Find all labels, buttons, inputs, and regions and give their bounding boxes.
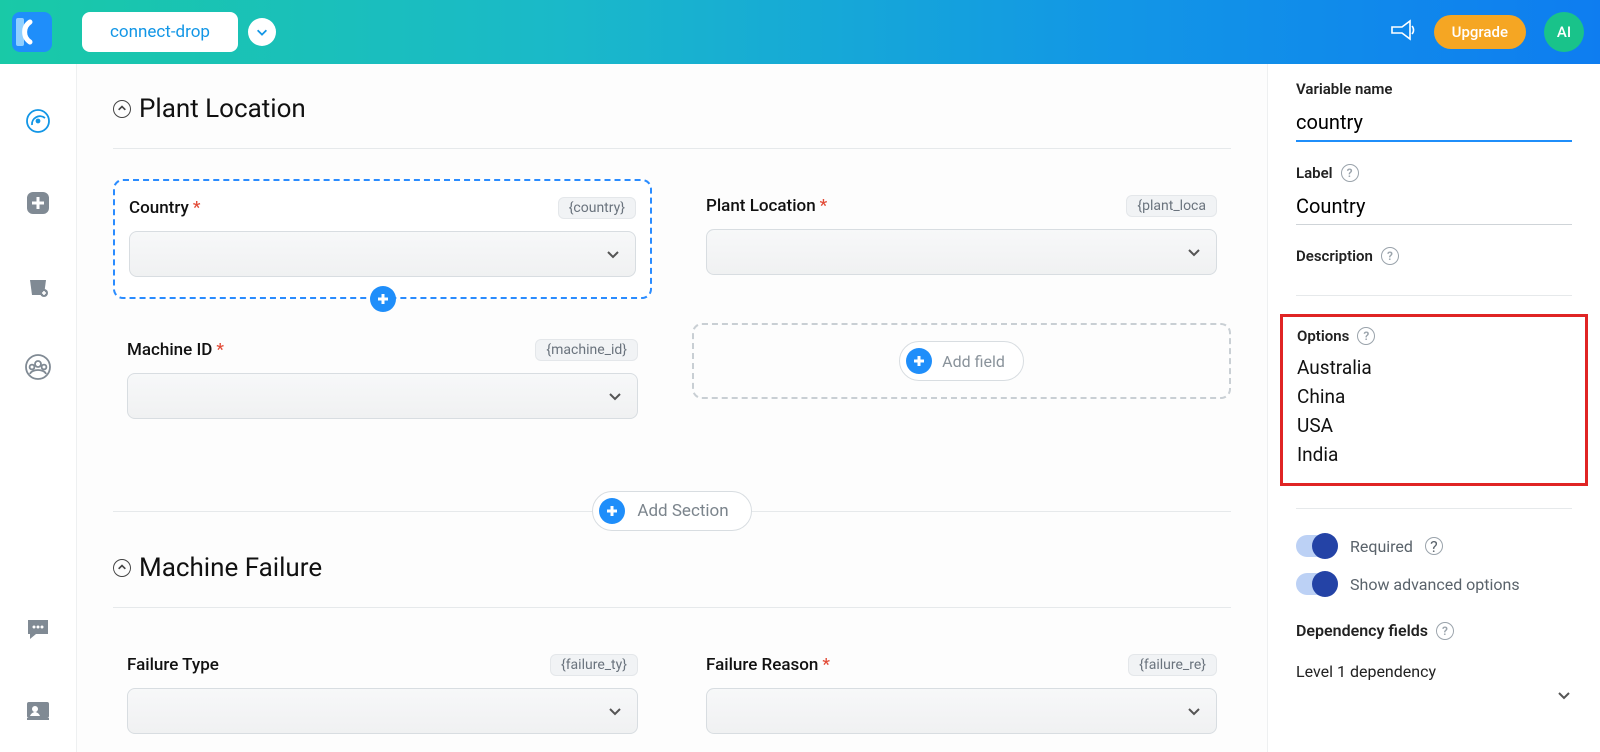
dropdown-input[interactable] bbox=[127, 688, 638, 734]
field-machine-id[interactable]: Machine ID* {machine_id} bbox=[113, 323, 652, 439]
help-icon[interactable]: ? bbox=[1425, 537, 1443, 555]
sidebar-item-dashboard-icon[interactable] bbox=[21, 104, 55, 138]
field-failure-type[interactable]: Failure Type {failure_ty} bbox=[113, 638, 652, 752]
variable-chip: {machine_id} bbox=[535, 339, 638, 361]
variable-chip: {plant_loca bbox=[1126, 195, 1217, 217]
option-item[interactable]: China bbox=[1297, 382, 1571, 411]
option-item[interactable]: India bbox=[1297, 440, 1571, 469]
plus-icon bbox=[599, 498, 625, 524]
collapse-icon[interactable] bbox=[113, 559, 131, 577]
field-label: Plant Location* bbox=[706, 196, 827, 216]
app-header: connect-drop Upgrade AI bbox=[0, 0, 1600, 64]
sidebar-item-shop-icon[interactable] bbox=[21, 268, 55, 302]
level1-dependency-select[interactable] bbox=[1296, 689, 1572, 701]
field-label: Failure Reason* bbox=[706, 655, 830, 675]
help-icon[interactable]: ? bbox=[1381, 247, 1399, 265]
section-machine-failure: Machine Failure Failure Type {failure_ty… bbox=[113, 533, 1231, 752]
sidebar-item-account-icon[interactable] bbox=[21, 694, 55, 728]
add-section-label: Add Section bbox=[637, 501, 728, 521]
project-dropdown-toggle[interactable] bbox=[248, 18, 276, 46]
add-section-button[interactable]: Add Section bbox=[592, 491, 751, 531]
variable-name-label: Variable name bbox=[1296, 80, 1572, 98]
help-icon[interactable]: ? bbox=[1436, 622, 1454, 640]
sidebar-item-chat-icon[interactable] bbox=[21, 612, 55, 646]
section-divider: Add Section bbox=[113, 497, 1231, 525]
label-field-label: Label? bbox=[1296, 164, 1572, 182]
help-icon[interactable]: ? bbox=[1341, 164, 1359, 182]
form-canvas: Plant Location Country* {country} Plant … bbox=[76, 64, 1268, 752]
options-label: Options? bbox=[1297, 327, 1571, 345]
dropdown-input[interactable] bbox=[706, 229, 1217, 275]
add-field-button[interactable]: Add field bbox=[899, 341, 1024, 381]
required-toggle-row: Required ? bbox=[1296, 527, 1572, 565]
field-failure-reason[interactable]: Failure Reason* {failure_re} bbox=[692, 638, 1231, 752]
label-input[interactable] bbox=[1296, 188, 1572, 225]
section-title: Machine Failure bbox=[139, 553, 322, 583]
variable-chip: {failure_ty} bbox=[550, 654, 638, 676]
field-country[interactable]: Country* {country} bbox=[113, 179, 652, 299]
announcements-icon[interactable] bbox=[1388, 16, 1416, 48]
options-list[interactable]: Australia China USA India bbox=[1297, 353, 1571, 469]
variable-name-input[interactable] bbox=[1296, 104, 1572, 142]
required-label: Required bbox=[1350, 537, 1413, 556]
section-header[interactable]: Machine Failure bbox=[113, 553, 1231, 608]
dropdown-input[interactable] bbox=[706, 688, 1217, 734]
level1-dependency-label: Level 1 dependency bbox=[1296, 646, 1572, 681]
user-avatar[interactable]: AI bbox=[1544, 12, 1584, 52]
advanced-toggle-row: Show advanced options bbox=[1296, 565, 1572, 603]
variable-chip: {failure_re} bbox=[1128, 654, 1217, 676]
sidebar-item-team-icon[interactable] bbox=[21, 350, 55, 384]
field-label: Failure Type bbox=[127, 655, 219, 675]
field-label: Country* bbox=[129, 198, 200, 218]
add-below-button[interactable] bbox=[370, 286, 396, 312]
left-sidebar bbox=[0, 64, 76, 752]
options-highlight-box: Options? Australia China USA India bbox=[1280, 314, 1588, 486]
plus-icon bbox=[906, 348, 932, 374]
option-item[interactable]: Australia bbox=[1297, 353, 1571, 382]
dropdown-input[interactable] bbox=[127, 373, 638, 419]
collapse-icon[interactable] bbox=[113, 100, 131, 118]
section-plant-location: Plant Location Country* {country} Plant … bbox=[113, 74, 1231, 473]
description-label: Description? bbox=[1296, 247, 1572, 265]
advanced-toggle[interactable] bbox=[1296, 573, 1338, 595]
field-label: Machine ID* bbox=[127, 340, 224, 360]
required-toggle[interactable] bbox=[1296, 535, 1338, 557]
add-field-dropzone[interactable]: Add field bbox=[692, 323, 1231, 399]
project-selector-button[interactable]: connect-drop bbox=[82, 12, 238, 52]
section-title: Plant Location bbox=[139, 94, 306, 124]
upgrade-button[interactable]: Upgrade bbox=[1434, 15, 1526, 49]
advanced-label: Show advanced options bbox=[1350, 575, 1520, 594]
properties-panel: Variable name Label? Description? Option… bbox=[1268, 64, 1600, 752]
plus-icon bbox=[370, 286, 396, 312]
dependency-fields-label: Dependency fields? bbox=[1296, 603, 1572, 646]
field-plant-location[interactable]: Plant Location* {plant_loca bbox=[692, 179, 1231, 299]
dropdown-input[interactable] bbox=[129, 231, 636, 277]
option-item[interactable]: USA bbox=[1297, 411, 1571, 440]
variable-chip: {country} bbox=[558, 197, 636, 219]
sidebar-item-add-icon[interactable] bbox=[21, 186, 55, 220]
add-field-label: Add field bbox=[942, 352, 1005, 371]
help-icon[interactable]: ? bbox=[1357, 327, 1375, 345]
section-header[interactable]: Plant Location bbox=[113, 94, 1231, 149]
app-logo[interactable] bbox=[0, 0, 64, 64]
